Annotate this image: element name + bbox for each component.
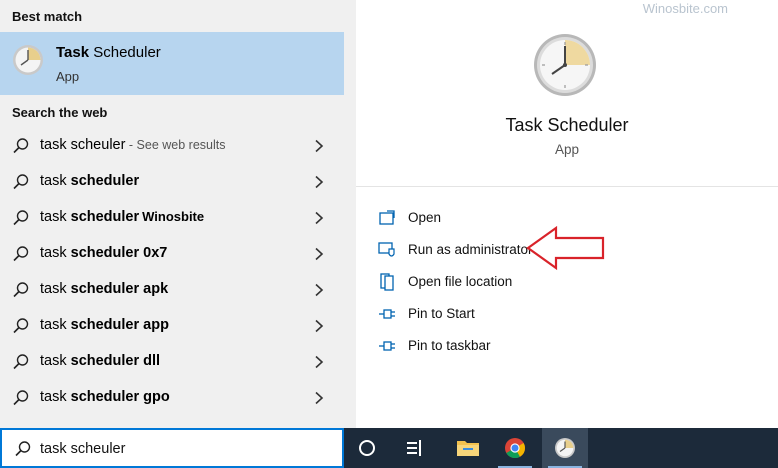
search-input[interactable] xyxy=(40,438,330,460)
divider xyxy=(356,186,778,187)
shield-window-icon xyxy=(378,242,395,257)
search-icon xyxy=(13,318,29,334)
best-match-heading: Best match xyxy=(12,9,83,24)
web-result-row[interactable]: task scheuler - See web results xyxy=(0,128,344,164)
search-icon xyxy=(13,210,29,226)
web-result-text: task scheduler dll xyxy=(40,353,161,369)
file-location-icon xyxy=(380,273,394,291)
action-label: Pin to Start xyxy=(408,306,475,321)
web-result-row[interactable]: task scheduler Winosbite xyxy=(0,200,344,236)
web-result-row[interactable]: task scheduler xyxy=(0,164,344,200)
task-scheduler-taskbar-button[interactable] xyxy=(542,428,588,468)
task-view-icon xyxy=(407,440,421,456)
open-window-icon xyxy=(379,210,395,225)
chevron-right-icon[interactable] xyxy=(313,319,325,333)
best-match-item[interactable]: Task Scheduler App xyxy=(0,32,344,95)
chevron-right-icon[interactable] xyxy=(313,355,325,369)
web-result-text: task scheduler 0x7 xyxy=(40,245,168,261)
task-scheduler-large-icon xyxy=(534,34,596,96)
file-explorer-button[interactable] xyxy=(444,428,490,468)
action-open-file-location[interactable]: Open file location xyxy=(378,270,678,294)
cortana-icon xyxy=(359,440,375,456)
app-title: Task Scheduler xyxy=(505,115,629,135)
action-pin-to-taskbar[interactable]: Pin to taskbar xyxy=(378,334,678,358)
chevron-right-icon[interactable] xyxy=(313,139,325,153)
chevron-right-icon[interactable] xyxy=(313,283,325,297)
task-scheduler-icon xyxy=(555,438,575,458)
web-result-row[interactable]: task scheduler apk xyxy=(0,272,344,308)
details-pane: Winosbite.com Task Scheduler App Open Run… xyxy=(356,0,778,428)
search-icon xyxy=(13,390,29,406)
taskbar-search-box[interactable] xyxy=(0,428,344,468)
cortana-button[interactable] xyxy=(344,428,390,468)
search-icon xyxy=(15,441,31,457)
clock-icon xyxy=(13,45,43,75)
chevron-right-icon[interactable] xyxy=(313,211,325,225)
chrome-icon xyxy=(505,438,526,459)
pin-icon xyxy=(379,341,395,351)
search-icon xyxy=(13,174,29,190)
action-label: Open file location xyxy=(408,274,513,289)
web-result-row[interactable]: task scheduler gpo xyxy=(0,380,344,416)
chrome-button[interactable] xyxy=(492,428,538,468)
web-result-text: task scheduler xyxy=(40,173,140,189)
search-web-heading: Search the web xyxy=(12,105,108,120)
web-result-text: task scheduler gpo xyxy=(40,389,170,405)
search-icon xyxy=(13,282,29,298)
chevron-right-icon[interactable] xyxy=(313,175,325,189)
results-pane: Best match Task Scheduler App Search the… xyxy=(0,0,344,428)
web-result-row[interactable]: task scheduler 0x7 xyxy=(0,236,344,272)
web-result-row[interactable]: task scheduler dll xyxy=(0,344,344,380)
action-label: Pin to taskbar xyxy=(408,338,491,353)
best-match-name: Task Scheduler xyxy=(56,44,161,61)
pin-icon xyxy=(379,309,395,319)
taskbar xyxy=(344,428,778,468)
search-icon xyxy=(13,354,29,370)
watermark: Winosbite.com xyxy=(642,1,728,16)
chevron-right-icon[interactable] xyxy=(313,247,325,261)
action-label: Open xyxy=(408,210,442,225)
web-result-text: task scheduler Winosbite xyxy=(40,209,205,225)
action-label: Run as administrator xyxy=(408,242,533,257)
best-match-type: App xyxy=(56,69,80,84)
search-icon xyxy=(13,246,29,262)
web-result-text: task scheduler app xyxy=(40,317,169,333)
web-result-row[interactable]: task scheduler app xyxy=(0,308,344,344)
annotation-arrow-icon xyxy=(526,225,605,271)
action-pin-to-start[interactable]: Pin to Start xyxy=(378,302,678,326)
file-explorer-icon xyxy=(457,441,479,456)
web-result-text: task scheuler - See web results xyxy=(40,137,226,153)
app-type: App xyxy=(554,142,580,157)
chevron-right-icon[interactable] xyxy=(313,391,325,405)
web-result-text: task scheduler apk xyxy=(40,281,169,297)
search-icon xyxy=(13,138,29,154)
task-view-button[interactable] xyxy=(392,428,438,468)
